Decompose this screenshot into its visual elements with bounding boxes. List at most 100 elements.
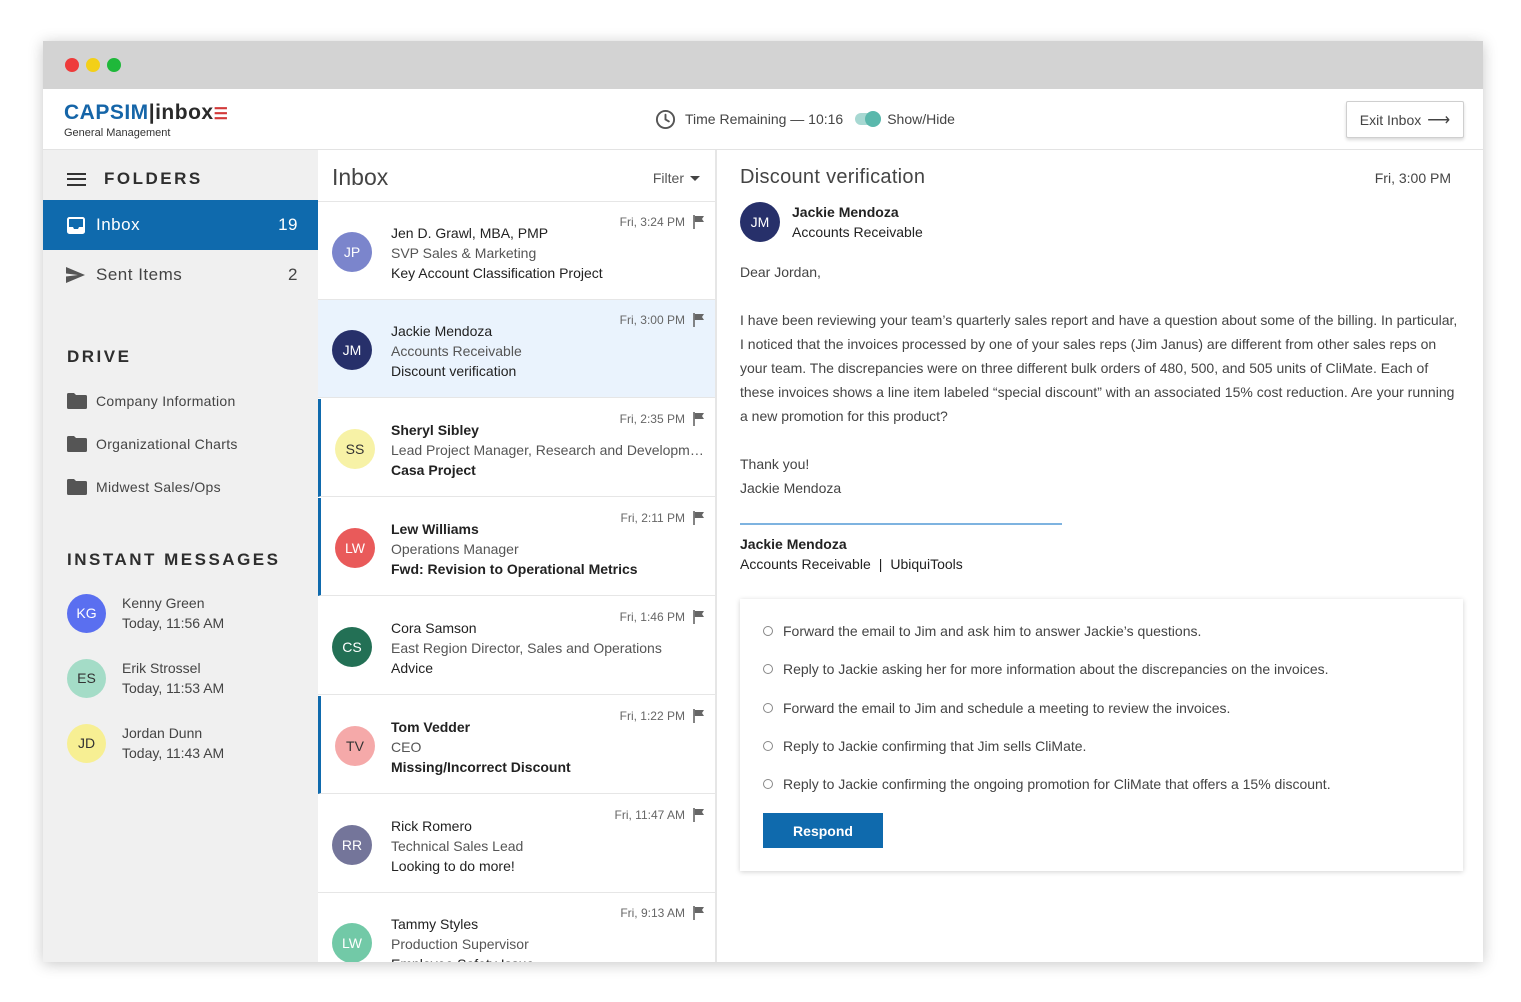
reading-pane: Discount verification Fri, 3:00 PM JM Ja… bbox=[717, 150, 1483, 962]
im-item[interactable]: ES Erik Strossel Today, 11:53 AM bbox=[67, 658, 224, 698]
signature-separator: | bbox=[878, 556, 883, 572]
im-name: Kenny Green bbox=[122, 595, 205, 611]
flag-icon[interactable] bbox=[693, 511, 705, 525]
flag-icon[interactable] bbox=[693, 610, 705, 624]
avatar: SS bbox=[335, 429, 375, 469]
sent-count: 2 bbox=[288, 265, 298, 284]
minimize-window-dot[interactable] bbox=[86, 58, 100, 72]
avatar: CS bbox=[332, 627, 372, 667]
folders-header: FOLDERS bbox=[67, 169, 203, 189]
response-option[interactable]: Reply to Jackie confirming that Jim sell… bbox=[763, 738, 1086, 754]
radio-button[interactable] bbox=[763, 741, 773, 751]
message-role: Lead Project Manager, Research and Devel… bbox=[391, 442, 707, 458]
email-subject: Discount verification bbox=[740, 166, 926, 188]
response-option[interactable]: Forward the email to Jim and schedule a … bbox=[763, 700, 1230, 716]
drive-header: DRIVE bbox=[67, 347, 132, 366]
arrow-right-icon: ⟶ bbox=[1427, 111, 1451, 129]
message-row[interactable]: RR Rick Romero Technical Sales Lead Looking… bbox=[318, 795, 715, 893]
message-row[interactable]: JP Jen D. Grawl, MBA, PMP SVP Sales & Mark… bbox=[318, 202, 715, 300]
app-header: CAPSIM|inbox☰ General Management Time Re… bbox=[43, 89, 1483, 150]
message-role: SVP Sales & Marketing bbox=[391, 245, 537, 261]
message-list: Inbox Filter JP Jen D. Grawl, MBA, PMP SVP… bbox=[318, 150, 717, 962]
instant-messages-header: INSTANT MESSAGES bbox=[67, 550, 281, 569]
flag-icon[interactable] bbox=[693, 808, 705, 822]
message-row[interactable]: CS Cora Samson East Region Director, Sales… bbox=[318, 597, 715, 695]
show-hide-toggle[interactable] bbox=[855, 111, 882, 127]
message-list-header: Inbox Filter bbox=[318, 150, 715, 202]
message-row[interactable]: SS Sheryl Sibley Lead Project Manager, Res… bbox=[318, 399, 715, 497]
avatar: JM bbox=[332, 330, 372, 370]
avatar: JM bbox=[740, 202, 780, 242]
clock-icon bbox=[655, 109, 676, 129]
message-row[interactable]: LWTammy StylesProduction SupervisorEmplo… bbox=[318, 893, 715, 962]
flag-icon[interactable] bbox=[693, 412, 705, 426]
avatar: JP bbox=[332, 232, 372, 272]
im-item[interactable]: KG Kenny Green Today, 11:56 AM bbox=[67, 593, 224, 633]
message-subject: Fwd: Revision to Operational Metrics bbox=[391, 561, 638, 577]
flag-icon[interactable] bbox=[693, 313, 705, 327]
inbox-icon bbox=[66, 216, 85, 234]
radio-button[interactable] bbox=[763, 664, 773, 674]
respond-button[interactable]: Respond bbox=[763, 813, 883, 848]
logo-subtitle: General Management bbox=[64, 127, 171, 139]
email-closing: Thank you! bbox=[740, 456, 810, 472]
sidebar-item-sent[interactable]: Sent Items 2 bbox=[43, 250, 318, 300]
inbox-count: 19 bbox=[278, 215, 298, 234]
sidebar-item-inbox[interactable]: Inbox 19 bbox=[43, 200, 318, 250]
im-item[interactable]: JD Jordan Dunn Today, 11:43 AM bbox=[67, 723, 224, 763]
filter-dropdown[interactable]: Filter bbox=[653, 170, 700, 186]
drive-item-company-information[interactable]: Company Information bbox=[67, 393, 236, 409]
message-subject: Key Account Classification Project bbox=[391, 265, 603, 281]
message-subject: Employee Safety Issue bbox=[391, 954, 707, 962]
menu-icon[interactable] bbox=[67, 172, 86, 186]
toggle-label: Show/Hide bbox=[887, 111, 955, 127]
flag-icon[interactable] bbox=[693, 906, 705, 920]
avatar: TV bbox=[335, 726, 375, 766]
send-icon bbox=[66, 267, 85, 284]
sidebar: FOLDERS Inbox 19 Sent Items 2 DRIVE Comp… bbox=[43, 150, 318, 962]
im-name: Erik Strossel bbox=[122, 660, 201, 676]
radio-button[interactable] bbox=[763, 626, 773, 636]
im-time: Today, 11:53 AM bbox=[122, 680, 225, 696]
exit-inbox-button[interactable]: Exit Inbox ⟶ bbox=[1346, 101, 1464, 138]
message-role: East Region Director, Sales and Operatio… bbox=[391, 640, 662, 656]
response-option[interactable]: Reply to Jackie confirming the ongoing p… bbox=[763, 776, 1331, 792]
sender-name: Jackie Mendoza bbox=[792, 204, 899, 220]
close-window-dot[interactable] bbox=[65, 58, 79, 72]
flag-icon[interactable] bbox=[693, 709, 705, 723]
email-signature: Jackie Mendoza Accounts Receivable | Ubiqu… bbox=[740, 534, 963, 574]
message-time: Fri, 3:24 PM bbox=[619, 215, 685, 229]
message-row[interactable]: LW Lew Williams Operations Manager Fwd: Rev… bbox=[318, 498, 715, 596]
avatar: ES bbox=[67, 658, 106, 698]
avatar: RR bbox=[332, 825, 372, 865]
message-time: Fri, 2:11 PM bbox=[620, 511, 685, 525]
im-name: Jordan Dunn bbox=[122, 725, 203, 741]
message-role: Technical Sales Lead bbox=[391, 838, 524, 854]
message-role: Operations Manager bbox=[391, 541, 519, 557]
maximize-window-dot[interactable] bbox=[107, 58, 121, 72]
radio-button[interactable] bbox=[763, 703, 773, 713]
message-subject: Looking to do more! bbox=[391, 858, 515, 874]
caret-down-icon bbox=[690, 175, 700, 181]
message-row[interactable]: JM Jackie Mendoza Accounts Receivable Disco… bbox=[318, 300, 715, 398]
radio-button[interactable] bbox=[763, 779, 773, 789]
im-time: Today, 11:56 AM bbox=[122, 615, 225, 631]
folder-icon bbox=[67, 479, 87, 495]
message-row[interactable]: TV Tom Vedder CEO Missing/Incorrect Discoun… bbox=[318, 696, 715, 794]
response-option[interactable]: Reply to Jackie asking her for more info… bbox=[763, 661, 1329, 677]
email-body: Dear Jordan, I have been reviewing your … bbox=[740, 260, 1460, 500]
list-title: Inbox bbox=[332, 164, 389, 190]
message-time: Fri, 9:13 AM bbox=[620, 906, 685, 920]
email-date: Fri, 3:00 PM bbox=[1374, 170, 1451, 186]
message-subject: Discount verification bbox=[391, 363, 517, 379]
sender-role: Accounts Receivable bbox=[792, 224, 923, 240]
message-time: Fri, 11:47 AM bbox=[614, 808, 685, 822]
message-role: Accounts Receivable bbox=[391, 343, 522, 359]
message-subject: Advice bbox=[391, 660, 434, 676]
response-option[interactable]: Forward the email to Jim and ask him to … bbox=[763, 623, 1201, 639]
drive-item-midwest-sales-ops[interactable]: Midwest Sales/Ops bbox=[67, 479, 221, 495]
flag-icon[interactable] bbox=[693, 215, 705, 229]
email-closing-name: Jackie Mendoza bbox=[740, 480, 842, 496]
capsim-logo: CAPSIM|inbox☰ General Management bbox=[64, 101, 229, 139]
drive-item-organizational-charts[interactable]: Organizational Charts bbox=[67, 436, 238, 452]
